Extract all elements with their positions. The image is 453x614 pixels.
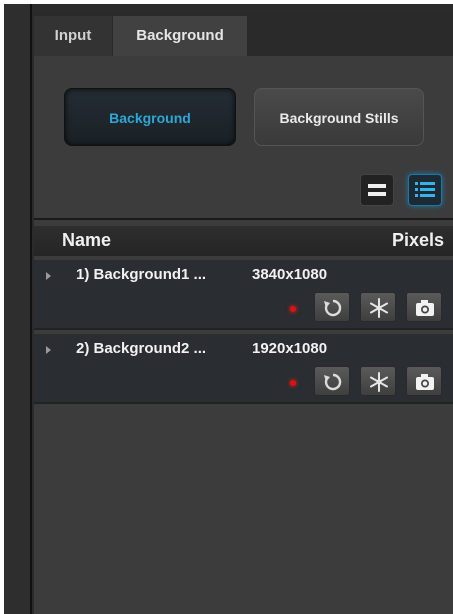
list-item-name: 2) Background2 ... — [76, 340, 207, 357]
background-mode-button[interactable]: Background — [64, 88, 236, 146]
capture-button[interactable] — [406, 292, 442, 322]
background-stills-button[interactable]: Background Stills — [254, 88, 424, 146]
refresh-button[interactable] — [314, 292, 350, 322]
expand-arrow-icon[interactable] — [46, 346, 51, 354]
freeze-button[interactable] — [360, 292, 396, 322]
list-view-button[interactable] — [408, 174, 442, 206]
list-view-icon — [415, 182, 435, 197]
tab-bar: Input Background — [34, 12, 453, 56]
capture-button[interactable] — [406, 366, 442, 396]
refresh-button[interactable] — [314, 366, 350, 396]
list-item-pixels: 1920x1080 — [252, 340, 328, 357]
tab-input[interactable]: Input — [34, 16, 112, 56]
background-panel: Input Background Background Background S… — [34, 12, 453, 614]
compact-view-icon — [368, 184, 386, 196]
tab-background[interactable]: Background — [113, 16, 247, 56]
list-item[interactable]: 1) Background1 ... 3840x1080 — [34, 260, 453, 330]
list-header: Name Pixels — [34, 226, 453, 256]
status-dot — [290, 306, 296, 312]
camera-icon — [416, 300, 434, 316]
list-item[interactable]: 2) Background2 ... 1920x1080 — [34, 334, 453, 404]
freeze-icon — [370, 298, 388, 318]
camera-icon — [416, 374, 434, 390]
column-header-pixels[interactable]: Pixels — [392, 230, 444, 251]
expand-arrow-icon[interactable] — [46, 272, 51, 280]
freeze-icon — [370, 372, 388, 392]
freeze-button[interactable] — [360, 366, 396, 396]
list-item-pixels: 3840x1080 — [252, 266, 328, 283]
status-dot — [290, 380, 296, 386]
list-item-name: 1) Background1 ... — [76, 266, 207, 283]
refresh-icon — [324, 373, 342, 391]
divider — [34, 218, 453, 220]
app-frame: Input Background Background Background S… — [4, 4, 453, 614]
compact-view-button[interactable] — [360, 174, 394, 206]
column-header-name[interactable]: Name — [62, 230, 111, 251]
refresh-icon — [324, 299, 342, 317]
left-rail — [4, 4, 32, 614]
